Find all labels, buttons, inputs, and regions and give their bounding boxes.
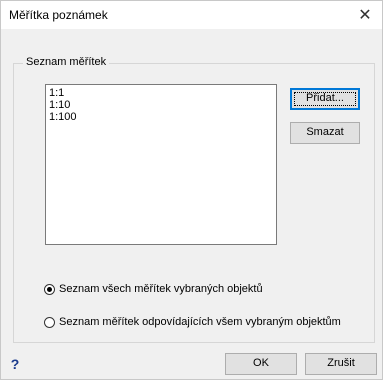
cancel-button[interactable]: Zrušit [305,353,377,375]
dialog-title: Měřítka poznámek [9,8,108,22]
group-label: Seznam měřítek [23,56,110,68]
delete-button[interactable]: Smazat [290,122,360,144]
option-common-scales[interactable]: Seznam měřítek odpovídajících všem vybra… [44,316,341,328]
list-item[interactable]: 1:10 [49,99,273,111]
option-all-scales[interactable]: Seznam všech měřítek vybraných objektů [44,283,263,295]
scale-listbox[interactable]: 1:1 1:10 1:100 [45,84,277,245]
option-all-label: Seznam všech měřítek vybraných objektů [59,283,263,295]
ok-button-label: OK [253,357,269,369]
title-bar: Měřítka poznámek ✕ [1,1,382,29]
help-icon[interactable]: ? [5,354,25,374]
add-button-label: Přidat... [306,92,344,104]
add-button[interactable]: Přidat... [290,88,360,110]
radio-common-scales[interactable] [44,316,55,328]
option-common-label: Seznam měřítek odpovídajících všem vybra… [59,316,341,328]
dialog-window: Měřítka poznámek ✕ Seznam měřítek 1:1 1:… [0,0,383,380]
list-item[interactable]: 1:1 [49,87,273,99]
close-icon[interactable]: ✕ [348,1,382,29]
list-item[interactable]: 1:100 [49,111,273,123]
cancel-button-label: Zrušit [327,357,355,369]
delete-button-label: Smazat [306,126,344,138]
radio-all-scales[interactable] [44,283,55,295]
ok-button[interactable]: OK [225,353,297,375]
